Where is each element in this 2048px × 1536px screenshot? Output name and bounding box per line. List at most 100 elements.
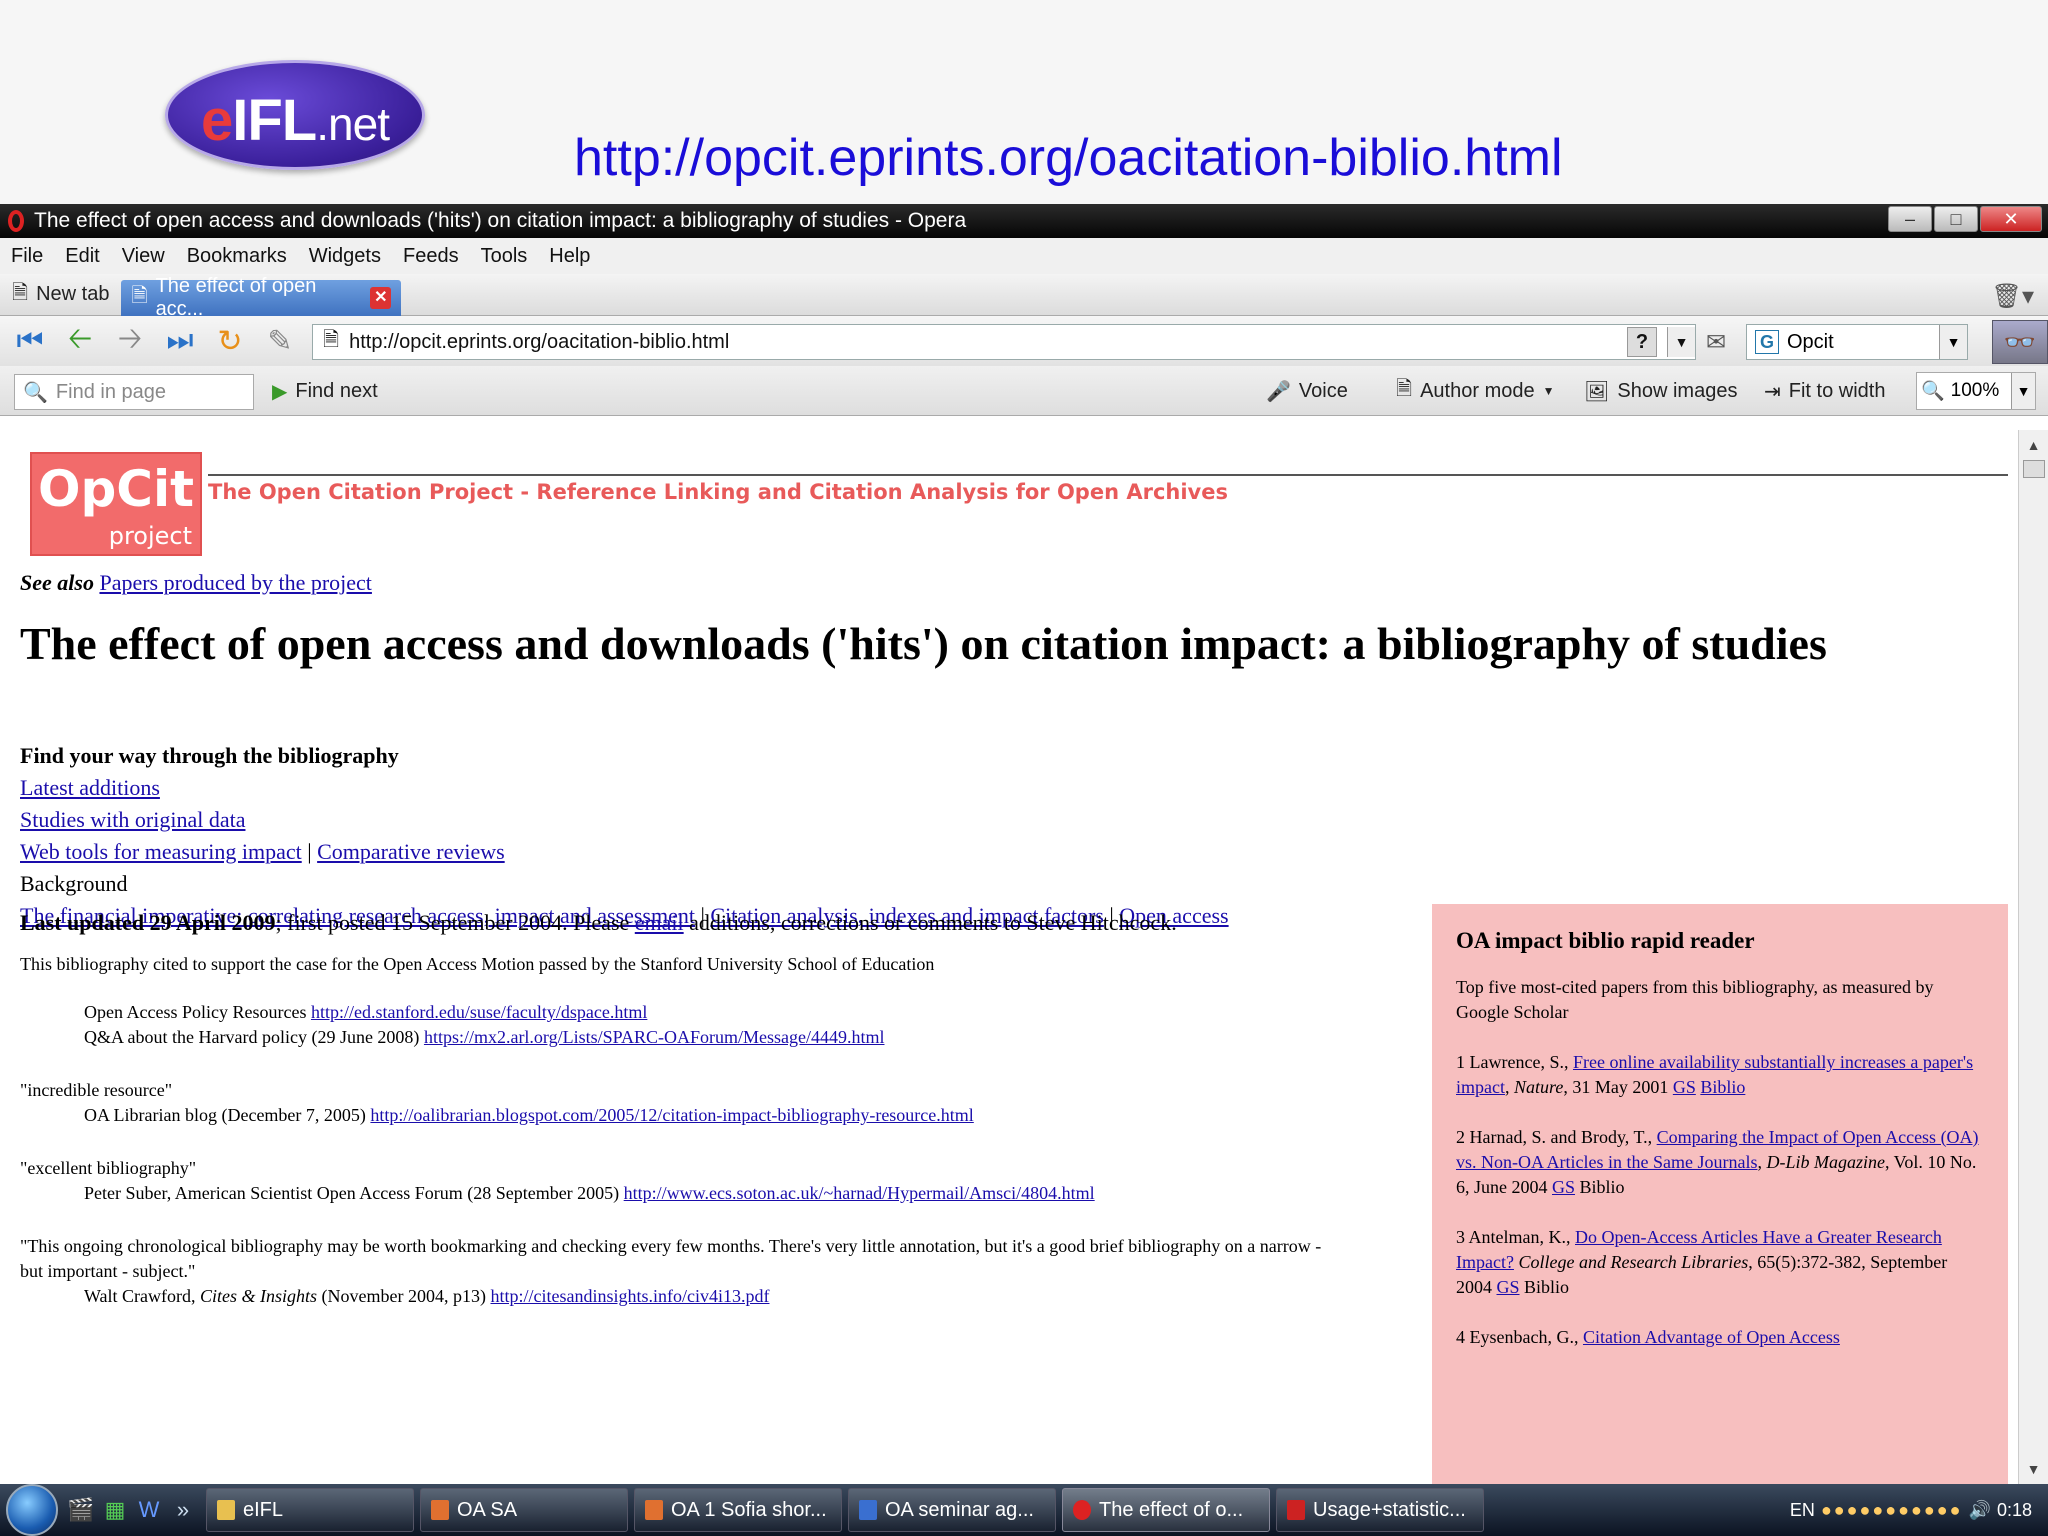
address-dropdown-icon[interactable]: ▼ [1667,327,1695,357]
quote-3-link[interactable]: http://citesandinsights.info/civ4i13.pdf [491,1286,770,1306]
new-tab-button[interactable]: 🗎 New tab [0,278,121,312]
edit-icon[interactable]: ✎ [262,324,298,359]
item-title-link[interactable]: Citation Advantage of Open Access [1583,1327,1840,1347]
fit-to-width-button[interactable]: ⇥ Fit to width [1764,366,1885,416]
fit-width-icon: ⇥ [1764,380,1781,403]
system-tray: EN ●●●●●●●●●●● 🔊 0:18 [1790,1500,2048,1521]
quote-1-link[interactable]: http://oalibrarian.blogspot.com/2005/12/… [370,1105,973,1125]
quote-2-source: Peter Suber, American Scientist Open Acc… [84,1183,624,1203]
find-next-button[interactable]: ▶ Find next [272,366,378,416]
maximize-button[interactable]: □ [1934,206,1978,232]
taskbar: 🎬 ▦ W » eIFL OA SA OA 1 Sofia shor... OA… [0,1484,2048,1536]
taskbar-item-eifl[interactable]: eIFL [206,1488,414,1532]
back-icon[interactable]: 🡠 [62,316,98,367]
quote-2-link[interactable]: http://www.ecs.soton.ac.uk/~harnad/Hyper… [624,1183,1095,1203]
author-mode-button[interactable]: 🗎 Author mode ▼ [1396,366,1555,416]
vertical-scrollbar[interactable]: ▲ ▼ [2018,430,2048,1484]
gs-link[interactable]: GS [1552,1177,1575,1197]
rapid-reader-item-4: 4 Eysenbach, G., Citation Advantage of O… [1456,1325,1984,1350]
item-author: 1 Lawrence, S., [1456,1052,1573,1072]
email-link[interactable]: email [635,910,684,935]
findway-heading: Find your way through the bibliography [20,743,399,768]
biblio-link[interactable]: Biblio [1700,1077,1745,1097]
forward-icon[interactable]: 🡢 [112,316,148,367]
scroll-thumb[interactable] [2023,460,2045,478]
taskbar-item-usage[interactable]: Usage+statistic... [1276,1488,1484,1532]
rapid-reader-box: OA impact biblio rapid reader Top five m… [1432,904,2008,1484]
play-icon: ▶ [272,380,288,403]
volume-icon[interactable]: 🔊 [1969,1500,1991,1521]
oapr-link[interactable]: http://ed.stanford.edu/suse/faculty/dspa… [311,1002,647,1022]
gs-link[interactable]: GS [1673,1077,1696,1097]
taskbar-item-oa-sofia[interactable]: OA 1 Sofia shor... [634,1488,842,1532]
fast-forward-icon[interactable]: ⏭ [162,324,198,358]
stanford-note: This bibliography cited to support the c… [20,954,935,974]
slide-url: http://opcit.eprints.org/oacitation-bibl… [574,129,1563,187]
find-next-label: Find next [295,379,378,402]
chevron-right-icon[interactable]: » [166,1497,200,1523]
zoom-select[interactable]: 🔍 100% ▼ [1916,372,2036,410]
menu-widgets[interactable]: Widgets [298,245,392,268]
scroll-down-icon[interactable]: ▼ [2019,1454,2048,1484]
papers-link[interactable]: Papers produced by the project [99,570,371,595]
scroll-up-icon[interactable]: ▲ [2019,430,2048,460]
glasses-icon[interactable]: 👓 [1992,320,2048,364]
title-bar: The effect of open access and downloads … [0,204,2048,238]
search-box[interactable]: G Opcit ▼ [1746,324,1968,360]
rapid-reader-item-2: 2 Harnad, S. and Brody, T., Comparing th… [1456,1127,1979,1197]
menu-help[interactable]: Help [538,245,601,268]
word-icon[interactable]: W [132,1497,166,1523]
menu-edit[interactable]: Edit [54,245,110,268]
qa-link[interactable]: https://mx2.arl.org/Lists/SPARC-OAForum/… [424,1027,885,1047]
item-author: 4 Eysenbach, G., [1456,1327,1583,1347]
mail-icon[interactable]: ✉ [1706,328,1726,357]
menu-view[interactable]: View [111,245,176,268]
menu-file[interactable]: File [0,245,54,268]
language-indicator[interactable]: EN [1790,1500,1815,1521]
menu-bookmarks[interactable]: Bookmarks [176,245,298,268]
zoom-dropdown-icon[interactable]: ▼ [2011,373,2035,409]
latest-additions-link[interactable]: Latest additions [20,775,160,800]
zoom-icon: 🔍 [1921,381,1945,402]
taskbar-item-oa-seminar[interactable]: OA seminar ag... [848,1488,1056,1532]
powerpoint-icon [431,1500,449,1520]
start-button[interactable] [0,1484,64,1536]
clock[interactable]: 0:18 [1997,1500,2032,1521]
taskbar-label: eIFL [243,1498,284,1521]
gs-link[interactable]: GS [1497,1277,1520,1297]
original-data-link[interactable]: Studies with original data [20,807,245,832]
search-input[interactable]: Opcit [1787,331,1834,354]
last-updated-rest: ; first posted 15 September 2004. Please [275,910,635,935]
web-tools-link[interactable]: Web tools for measuring impact [20,839,302,864]
find-your-way: Find your way through the bibliography L… [20,740,1229,932]
last-updated-date: Last updated 29 April 2009 [20,910,276,935]
taskbar-item-opera[interactable]: The effect of o... [1062,1488,1270,1532]
quote-3: "This ongoing chronological bibliography… [20,1236,1322,1281]
voice-button[interactable]: 🎤 Voice [1266,366,1348,416]
qa-label: Q&A about the Harvard policy (29 June 20… [84,1027,424,1047]
minimize-button[interactable]: – [1888,206,1932,232]
find-in-page-input[interactable]: 🔍 Find in page [14,374,254,410]
address-bar[interactable]: 🗎 http://opcit.eprints.org/oacitation-bi… [312,324,1696,360]
tab-active[interactable]: 🗎 The effect of open acc... ✕ [121,275,402,320]
menu-feeds[interactable]: Feeds [392,245,470,268]
comparative-reviews-link[interactable]: Comparative reviews [317,839,505,864]
reload-icon[interactable]: ↻ [212,324,248,359]
last-updated: Last updated 29 April 2009; first posted… [20,910,1177,936]
taskbar-item-oa-sa[interactable]: OA SA [420,1488,628,1532]
quote-3-date: (November 2004, p13) [317,1286,491,1306]
media-icon[interactable]: 🎬 [64,1497,98,1523]
excel-icon[interactable]: ▦ [98,1497,132,1523]
close-tab-icon[interactable]: ✕ [370,286,392,309]
tab-active-label: The effect of open acc... [155,274,317,320]
rewind-icon[interactable]: ⏮ [12,324,48,358]
close-window-button[interactable]: ✕ [1980,206,2042,232]
site-info-icon[interactable]: ? [1627,327,1657,357]
opera-icon [8,210,24,232]
tray-icons[interactable]: ●●●●●●●●●●● [1821,1500,1963,1521]
trash-icon[interactable]: 🗑▾ [1991,282,2034,311]
show-images-button[interactable]: 🖼 Show images [1584,366,1737,416]
page-content: OpCit project The Open Citation Project … [8,430,2008,1484]
menu-tools[interactable]: Tools [470,245,539,268]
search-dropdown-icon[interactable]: ▼ [1939,325,1967,359]
